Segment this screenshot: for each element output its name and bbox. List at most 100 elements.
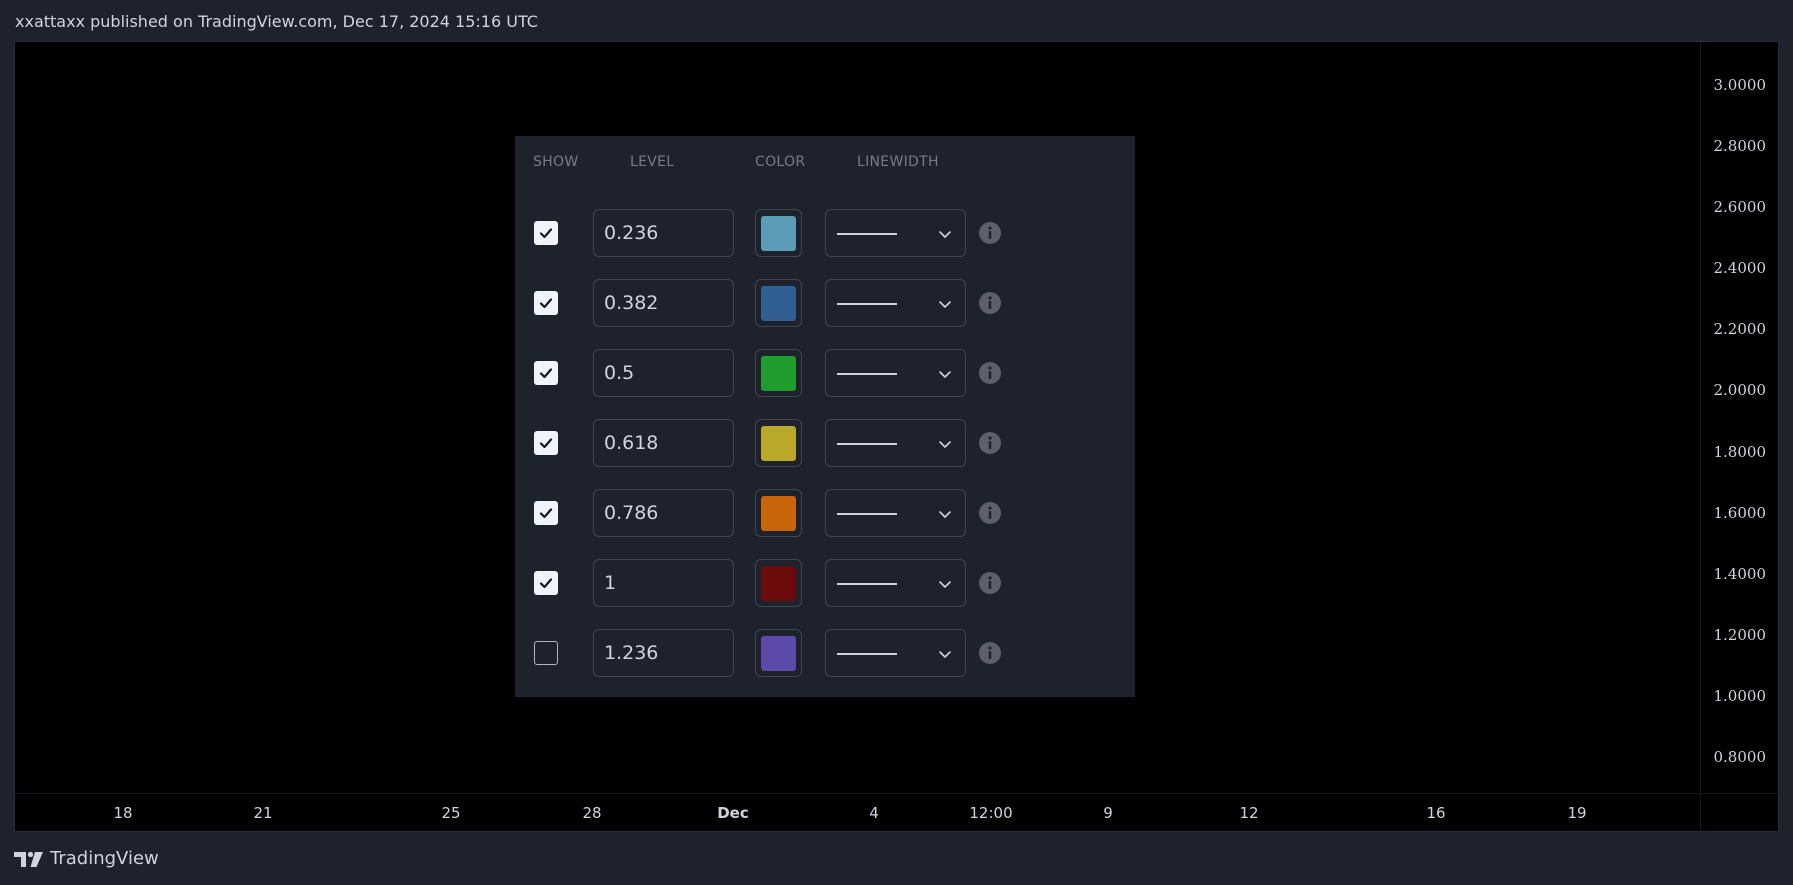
col-linewidth-header: LINEWIDTH (857, 154, 939, 170)
chevron-down-icon (939, 511, 951, 518)
chevron-down-icon (939, 651, 951, 658)
color-swatch (761, 565, 796, 601)
info-icon[interactable] (978, 501, 1002, 525)
axis-corner (1700, 793, 1780, 832)
price-axis[interactable]: 3.0000 2.8000 2.6000 2.4000 2.2000 2.0000 1.80… (1700, 42, 1780, 793)
linewidth-preview (837, 233, 897, 235)
tradingview-logo-icon (14, 851, 43, 867)
time-tick-label: 28 (582, 804, 602, 822)
show-checkbox[interactable] (534, 291, 558, 315)
time-axis[interactable]: 18 21 25 28 Dec 4 12:00 9 12 16 19 (15, 793, 1700, 832)
time-tick-label: 12:00 (969, 804, 1013, 822)
linewidth-preview (837, 583, 897, 585)
info-icon[interactable] (978, 291, 1002, 315)
check-icon (539, 368, 553, 379)
level-input[interactable] (593, 349, 734, 397)
show-checkbox[interactable] (534, 501, 558, 525)
check-icon (539, 228, 553, 239)
color-swatch-button[interactable] (755, 209, 802, 257)
chevron-down-icon (939, 301, 951, 308)
time-tick-label: 18 (113, 804, 133, 822)
col-color-header: COLOR (755, 154, 806, 170)
time-tick-label: 9 (1103, 804, 1113, 822)
level-input[interactable] (593, 209, 734, 257)
level-input[interactable] (593, 419, 734, 467)
level-input[interactable] (593, 559, 734, 607)
color-swatch (761, 215, 796, 251)
info-icon[interactable] (978, 361, 1002, 385)
linewidth-select[interactable] (825, 629, 966, 677)
fib-level-row (515, 559, 1135, 607)
time-tick-label: 19 (1567, 804, 1587, 822)
linewidth-preview (837, 653, 897, 655)
fib-level-row (515, 489, 1135, 537)
show-checkbox[interactable] (534, 431, 558, 455)
info-icon[interactable] (978, 431, 1002, 455)
linewidth-select[interactable] (825, 279, 966, 327)
price-tick-label: 1.0000 (1713, 687, 1767, 705)
check-icon (539, 298, 553, 309)
color-swatch (761, 425, 796, 461)
level-input[interactable] (593, 629, 734, 677)
fib-level-row (515, 279, 1135, 327)
info-icon[interactable] (978, 221, 1002, 245)
level-input[interactable] (593, 279, 734, 327)
time-tick-label: 16 (1426, 804, 1446, 822)
color-swatch-button[interactable] (755, 559, 802, 607)
col-level-header: LEVEL (630, 154, 675, 170)
brand-name: TradingView (50, 848, 159, 869)
color-swatch-button[interactable] (755, 349, 802, 397)
chevron-down-icon (939, 581, 951, 588)
chart-area[interactable]: 3.0000 2.8000 2.6000 2.4000 2.2000 2.0000 1.80… (14, 41, 1780, 832)
time-tick-label: 12 (1239, 804, 1259, 822)
color-swatch (761, 355, 796, 391)
check-icon (539, 438, 553, 449)
price-tick-label: 3.0000 (1713, 76, 1767, 94)
publish-header: xxattaxx published on TradingView.com, D… (15, 12, 538, 31)
linewidth-select[interactable] (825, 559, 966, 607)
linewidth-select[interactable] (825, 209, 966, 257)
time-tick-label: 21 (253, 804, 273, 822)
linewidth-preview (837, 373, 897, 375)
linewidth-select[interactable] (825, 489, 966, 537)
col-show-header: SHOW (533, 154, 579, 170)
price-tick-label: 2.6000 (1713, 198, 1767, 216)
linewidth-preview (837, 513, 897, 515)
fib-level-row (515, 349, 1135, 397)
price-tick-label: 2.8000 (1713, 137, 1767, 155)
color-swatch (761, 285, 796, 321)
price-tick-label: 1.8000 (1713, 443, 1767, 461)
brand-footer[interactable]: TradingView (14, 848, 159, 869)
show-checkbox[interactable] (534, 571, 558, 595)
time-tick-label: 4 (869, 804, 879, 822)
chevron-down-icon (939, 441, 951, 448)
fib-level-row (515, 209, 1135, 257)
color-swatch (761, 635, 796, 671)
info-icon[interactable] (978, 571, 1002, 595)
color-swatch-button[interactable] (755, 419, 802, 467)
price-tick-label: 1.2000 (1713, 626, 1767, 644)
show-checkbox[interactable] (534, 361, 558, 385)
price-tick-label: 2.0000 (1713, 381, 1767, 399)
linewidth-select[interactable] (825, 419, 966, 467)
linewidth-select[interactable] (825, 349, 966, 397)
price-tick-label: 0.8000 (1713, 748, 1767, 766)
linewidth-preview (837, 443, 897, 445)
price-tick-label: 1.6000 (1713, 504, 1767, 522)
color-swatch-button[interactable] (755, 489, 802, 537)
chevron-down-icon (939, 371, 951, 378)
check-icon (539, 578, 553, 589)
check-icon (539, 508, 553, 519)
color-swatch-button[interactable] (755, 279, 802, 327)
price-tick-label: 2.4000 (1713, 259, 1767, 277)
time-tick-label: Dec (717, 804, 749, 822)
info-icon[interactable] (978, 641, 1002, 665)
chevron-down-icon (939, 231, 951, 238)
show-checkbox[interactable] (534, 641, 558, 665)
price-tick-label: 2.2000 (1713, 320, 1767, 338)
time-tick-label: 25 (441, 804, 461, 822)
fib-level-row (515, 629, 1135, 677)
level-input[interactable] (593, 489, 734, 537)
color-swatch-button[interactable] (755, 629, 802, 677)
show-checkbox[interactable] (534, 221, 558, 245)
